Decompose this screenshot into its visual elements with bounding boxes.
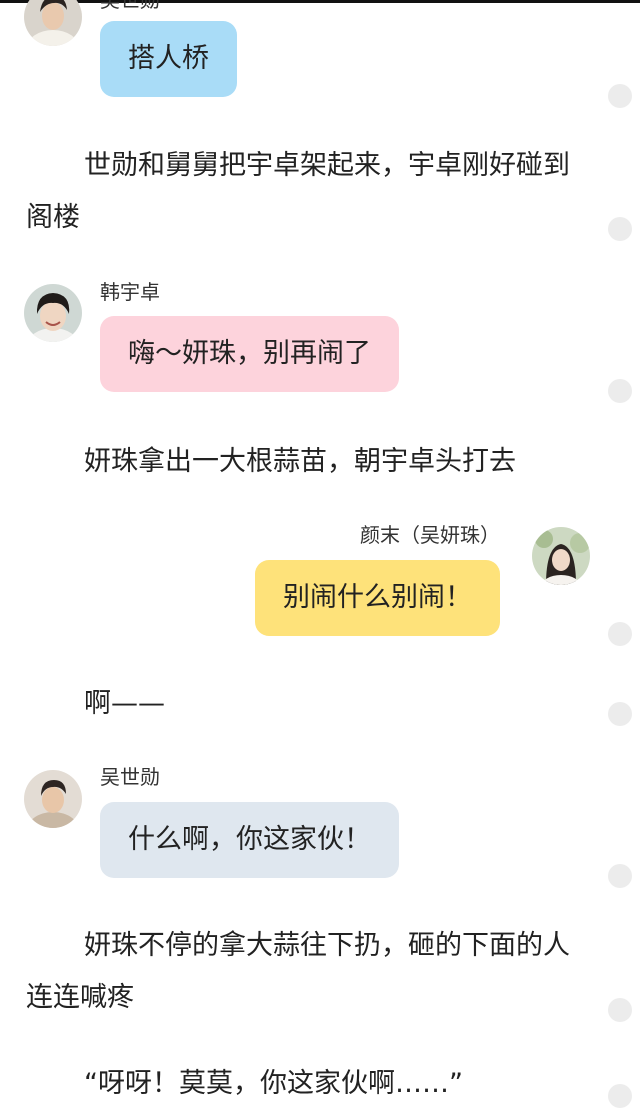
avatar-han-yuzhuo[interactable]	[24, 284, 82, 342]
side-dot-icon	[608, 622, 632, 646]
avatar-wu-shixun-1[interactable]	[24, 0, 82, 46]
narration-text: 啊——	[84, 688, 165, 719]
narration-text: “呀呀！莫莫，你这家伙啊……”	[84, 1068, 463, 1099]
avatar-photo-icon	[24, 284, 82, 342]
avatar-photo-icon	[532, 527, 590, 585]
avatar-yan-mo[interactable]	[532, 527, 590, 585]
speaker-name: 吴世勋	[100, 0, 160, 12]
speaker-name: 吴世勋	[100, 765, 160, 789]
avatar-photo-icon	[24, 0, 82, 46]
side-dot-icon	[608, 864, 632, 888]
chat-bubble[interactable]: 搭人桥	[100, 21, 237, 97]
chat-bubble[interactable]: 嗨～妍珠，别再闹了	[100, 316, 399, 392]
speaker-name: 颜末（吴妍珠）	[360, 523, 500, 547]
top-border	[0, 0, 640, 3]
avatar-wu-shixun-2[interactable]	[24, 770, 82, 828]
avatar-photo-icon	[24, 770, 82, 828]
chat-bubble[interactable]: 别闹什么别闹！	[255, 560, 500, 636]
side-dot-icon	[608, 1084, 632, 1108]
narration-text: 妍珠不停的拿大蒜往下扔，砸的下面的人连连喊疼	[26, 930, 570, 1013]
narration-text: 世勋和舅舅把宇卓架起来，宇卓刚好碰到阁楼	[26, 150, 570, 233]
side-dot-icon	[608, 379, 632, 403]
narration-text: 妍珠拿出一大根蒜苗，朝宇卓头打去	[84, 446, 516, 477]
speaker-name: 韩宇卓	[100, 280, 160, 304]
chat-bubble[interactable]: 什么啊，你这家伙！	[100, 802, 399, 878]
side-dot-icon	[608, 84, 632, 108]
side-dot-icon	[608, 702, 632, 726]
side-dot-icon	[608, 998, 632, 1022]
side-dot-icon	[608, 217, 632, 241]
